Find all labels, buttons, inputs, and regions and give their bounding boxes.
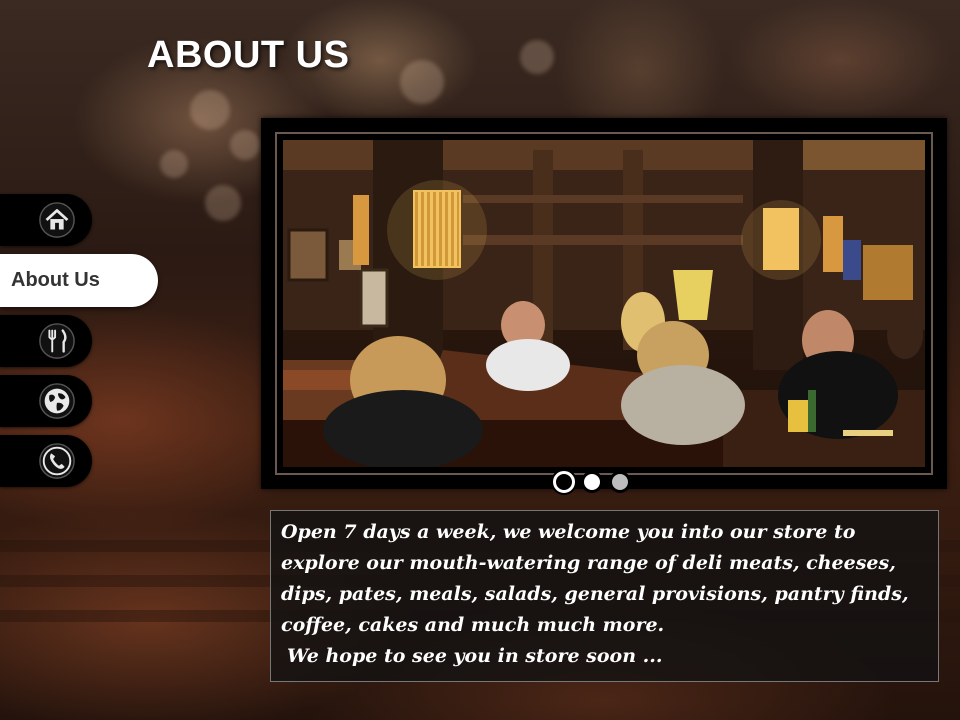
nav-contact-button[interactable] xyxy=(0,435,92,487)
carousel-dot-2[interactable] xyxy=(581,471,603,493)
phone-icon xyxy=(39,443,75,479)
home-icon xyxy=(39,202,75,238)
carousel-dot-3[interactable] xyxy=(609,471,631,493)
nav-menu-button[interactable] xyxy=(0,315,92,367)
about-closing-text: We hope to see you in store soon ... xyxy=(287,645,663,667)
about-body-text: Open 7 days a week, we welcome you into … xyxy=(281,521,909,636)
restaurant-photo xyxy=(283,140,925,467)
page-title: ABOUT US xyxy=(147,34,350,76)
nav-home-button[interactable] xyxy=(0,194,92,246)
carousel-dot-1[interactable] xyxy=(553,471,575,493)
nav-about-us-label: About Us xyxy=(11,269,100,291)
carousel-pagination xyxy=(553,471,631,493)
nav-about-us-button[interactable]: About Us xyxy=(0,254,158,307)
about-text-panel: Open 7 days a week, we welcome you into … xyxy=(270,510,939,682)
image-carousel-frame xyxy=(261,118,947,489)
fork-knife-icon xyxy=(39,323,75,359)
globe-icon xyxy=(39,383,75,419)
nav-location-button[interactable] xyxy=(0,375,92,427)
